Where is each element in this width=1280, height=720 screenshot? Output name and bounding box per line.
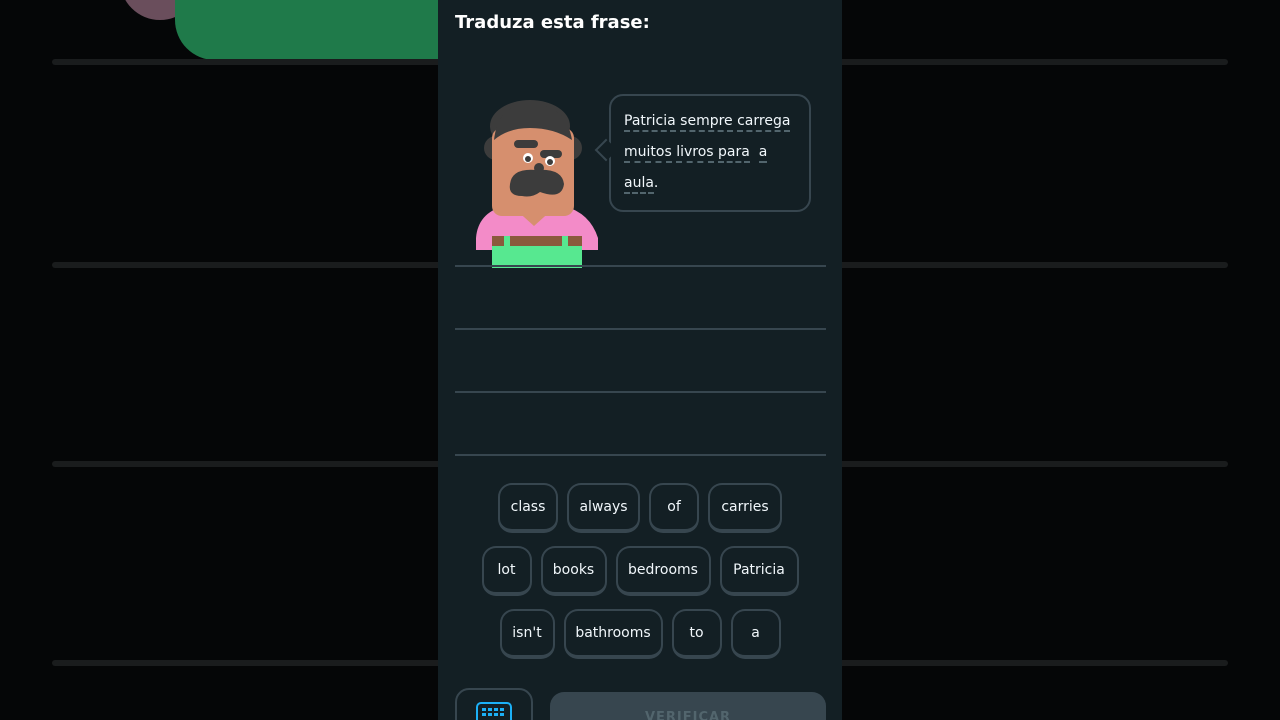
- hint-word[interactable]: carrega: [737, 113, 791, 132]
- prompt-sentence: Patricia sempre carrega muitos livros par…: [624, 106, 804, 199]
- verify-button[interactable]: VERIFICAR: [550, 692, 826, 720]
- word-bank-row: isn't bathrooms to a: [438, 609, 842, 659]
- character-illustration: [476, 100, 598, 268]
- hint-word[interactable]: muitos: [624, 144, 672, 163]
- answer-line: [455, 265, 826, 267]
- hint-word[interactable]: livros: [676, 144, 714, 163]
- word-chip[interactable]: lot: [481, 546, 532, 596]
- word-chip[interactable]: books: [540, 546, 607, 596]
- word-chip[interactable]: isn't: [499, 609, 555, 659]
- page-title: Traduza esta frase:: [455, 12, 650, 33]
- word-chip[interactable]: always: [567, 483, 640, 533]
- prompt-line: Patricia sempre carrega: [624, 106, 804, 137]
- hint-word[interactable]: a: [758, 144, 768, 163]
- keyboard-icon: [476, 702, 512, 720]
- keyboard-toggle-button[interactable]: [455, 688, 533, 720]
- word-chip[interactable]: to: [671, 609, 722, 659]
- prompt-line: muitos livros para a: [624, 137, 804, 168]
- word-chip[interactable]: of: [649, 483, 699, 533]
- hint-word[interactable]: para: [718, 144, 750, 163]
- word-chip[interactable]: Patricia: [719, 546, 799, 596]
- prompt-line: aula.: [624, 168, 804, 199]
- lesson-screen: Traduza esta frase: Patricia sempre carr…: [438, 0, 842, 720]
- prompt-spacer: .: [653, 175, 659, 191]
- hint-word[interactable]: Patricia: [624, 113, 676, 132]
- word-chip[interactable]: class: [498, 483, 558, 533]
- word-bank-row: lot books bedrooms Patricia: [438, 546, 842, 596]
- answer-line: [455, 328, 826, 330]
- hint-word[interactable]: sempre: [680, 113, 733, 132]
- word-chip[interactable]: bedrooms: [615, 546, 711, 596]
- prompt-spacer: [750, 144, 759, 160]
- word-chip[interactable]: carries: [708, 483, 782, 533]
- word-chip[interactable]: bathrooms: [563, 609, 663, 659]
- answer-line: [455, 454, 826, 456]
- answer-line: [455, 391, 826, 393]
- word-chip[interactable]: a: [730, 609, 781, 659]
- hint-word[interactable]: aula: [624, 175, 654, 194]
- background-blob: [175, 0, 465, 60]
- word-bank-row: class always of carries: [438, 483, 842, 533]
